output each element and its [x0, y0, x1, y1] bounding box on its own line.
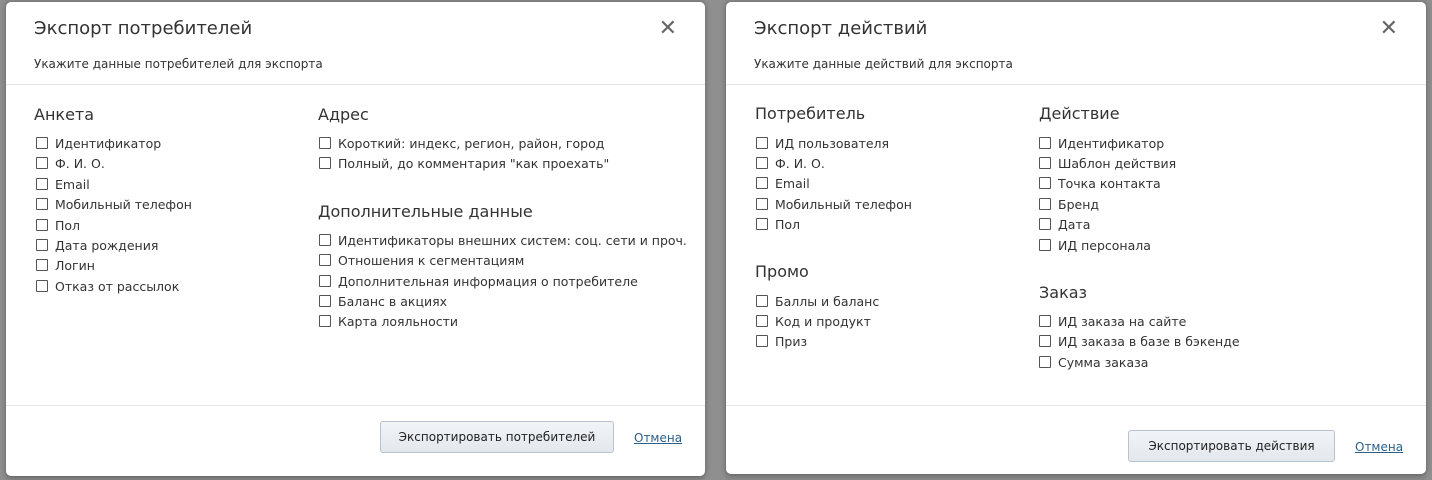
checkbox-option[interactable]: Код и продукт [756, 312, 871, 330]
checkbox[interactable] [1039, 198, 1051, 210]
checkbox-option[interactable]: Мобильный телефон [756, 195, 912, 213]
checkbox-option[interactable]: Отказ от рассылок [36, 277, 179, 295]
export-actions-dialog: Экспорт действий ✕ Укажите данные действ… [726, 2, 1426, 474]
checkbox-option[interactable]: Баллы и баланс [756, 292, 879, 310]
background-page-right [1426, 0, 1432, 480]
section-title-additional: Дополнительные данные [318, 202, 533, 221]
checkbox[interactable] [36, 219, 48, 231]
checkbox-option[interactable]: Полный, до комментария "как проехать" [319, 154, 609, 172]
checkbox[interactable] [756, 177, 768, 189]
checkbox-option[interactable]: Мобильный телефон [36, 195, 192, 213]
checkbox[interactable] [319, 157, 331, 169]
checkbox-option[interactable]: ИД заказа в базе в бэкенде [1039, 332, 1240, 350]
checkbox-option[interactable]: Дата рождения [36, 236, 158, 254]
close-icon[interactable]: ✕ [1380, 18, 1398, 40]
background-page-middle [705, 0, 725, 480]
checkbox-option[interactable]: Идентификаторы внешних систем: соц. сети… [319, 231, 687, 249]
export-actions-button[interactable]: Экспортировать действия [1128, 430, 1335, 462]
export-consumers-dialog: Экспорт потребителей ✕ Укажите данные по… [6, 2, 705, 476]
checkbox[interactable] [756, 218, 768, 230]
checkbox-option[interactable]: Точка контакта [1039, 174, 1161, 192]
dialog-footer: Экспортировать потребителей Отмена [6, 406, 705, 476]
checkbox[interactable] [319, 315, 331, 327]
checkbox[interactable] [1039, 315, 1051, 327]
dialog-body: Анкета Идентификатор Ф. И. О. Email Моби… [6, 85, 705, 406]
checkbox[interactable] [36, 157, 48, 169]
checkbox[interactable] [1039, 177, 1051, 189]
checkbox[interactable] [756, 198, 768, 210]
checkbox-option[interactable]: Сумма заказа [1039, 353, 1148, 371]
cancel-link[interactable]: Отмена [1355, 440, 1403, 454]
checkbox[interactable] [36, 178, 48, 190]
cancel-link[interactable]: Отмена [634, 431, 682, 445]
dialog-subtitle: Укажите данные потребителей для экспорта [34, 57, 323, 71]
checkbox[interactable] [36, 137, 48, 149]
checkbox-option[interactable]: Логин [36, 256, 95, 274]
checkbox[interactable] [1039, 239, 1051, 251]
checkbox-option[interactable]: Приз [756, 332, 807, 350]
checkbox[interactable] [756, 157, 768, 169]
checkbox-option[interactable]: Пол [36, 216, 80, 234]
checkbox[interactable] [1039, 218, 1051, 230]
dialog-subtitle: Укажите данные действий для экспорта [754, 57, 1013, 71]
checkbox-option[interactable]: Идентификатор [1039, 134, 1164, 152]
dialog-footer: Экспортировать действия Отмена [726, 406, 1426, 476]
section-title-order: Заказ [1039, 283, 1088, 302]
checkbox-option[interactable]: Баланс в акциях [319, 292, 447, 310]
checkbox-option[interactable]: Дополнительная информация о потребителе [319, 272, 638, 290]
checkbox[interactable] [319, 137, 331, 149]
checkbox-option[interactable]: ИД заказа на сайте [1039, 312, 1186, 330]
checkbox-option[interactable]: Шаблон действия [1039, 154, 1176, 172]
checkbox[interactable] [1039, 335, 1051, 347]
checkbox-option[interactable]: Email [756, 174, 810, 192]
section-title-promo: Промо [755, 262, 809, 281]
checkbox[interactable] [1039, 157, 1051, 169]
checkbox-option[interactable]: Отношения к сегментациям [319, 251, 524, 269]
checkbox-option[interactable]: Пол [756, 215, 800, 233]
close-icon[interactable]: ✕ [659, 18, 677, 40]
checkbox[interactable] [36, 198, 48, 210]
section-title-consumer: Потребитель [755, 104, 866, 123]
checkbox-option[interactable]: ИД персонала [1039, 236, 1151, 254]
checkbox[interactable] [319, 234, 331, 246]
checkbox-option[interactable]: Карта лояльности [319, 312, 458, 330]
checkbox[interactable] [756, 335, 768, 347]
checkbox[interactable] [36, 239, 48, 251]
checkbox-option[interactable]: Ф. И. О. [36, 154, 105, 172]
checkbox-option[interactable]: Короткий: индекс, регион, район, город [319, 134, 604, 152]
checkbox[interactable] [319, 275, 331, 287]
checkbox-option[interactable]: Ф. И. О. [756, 154, 825, 172]
dialog-body: Потребитель ИД пользователя Ф. И. О. Ema… [726, 85, 1426, 406]
checkbox-option[interactable]: Дата [1039, 215, 1090, 233]
checkbox[interactable] [36, 280, 48, 292]
export-consumers-button[interactable]: Экспортировать потребителей [380, 421, 614, 453]
checkbox[interactable] [756, 315, 768, 327]
checkbox[interactable] [756, 295, 768, 307]
checkbox-option[interactable]: Идентификатор [36, 134, 161, 152]
dialog-header: Экспорт действий ✕ Укажите данные действ… [726, 2, 1426, 85]
checkbox-option[interactable]: Email [36, 175, 90, 193]
checkbox-option[interactable]: Бренд [1039, 195, 1099, 213]
checkbox[interactable] [1039, 137, 1051, 149]
checkbox[interactable] [36, 259, 48, 271]
dialog-header: Экспорт потребителей ✕ Укажите данные по… [6, 2, 705, 85]
dialog-title: Экспорт действий [754, 18, 928, 39]
checkbox[interactable] [319, 254, 331, 266]
checkbox[interactable] [319, 295, 331, 307]
checkbox[interactable] [1039, 356, 1051, 368]
checkbox[interactable] [756, 137, 768, 149]
checkbox-option[interactable]: ИД пользователя [756, 134, 889, 152]
dialog-title: Экспорт потребителей [34, 18, 253, 39]
section-title-action: Действие [1039, 104, 1120, 123]
section-title-profile: Анкета [34, 105, 95, 124]
section-title-address: Адрес [318, 105, 369, 124]
